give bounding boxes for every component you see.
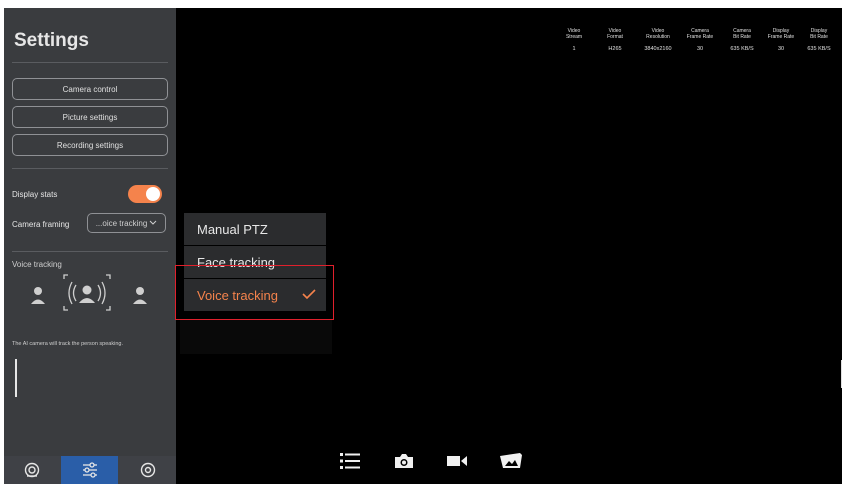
- camera-icon: [395, 454, 413, 468]
- list-icon: [340, 453, 360, 469]
- display-stats-toggle[interactable]: [128, 185, 162, 203]
- recording-settings-button[interactable]: Recording settings: [12, 134, 168, 156]
- stat-display-bit-rate: Display Bit Rate 635 KB/S: [807, 28, 831, 52]
- voice-tracking-heading: Voice tracking: [12, 260, 62, 269]
- video-icon: [447, 456, 467, 466]
- voice-tracking-description: The AI camera will track the person spea…: [12, 341, 123, 347]
- tab-camera[interactable]: [4, 456, 59, 484]
- divider: [12, 62, 168, 63]
- menu-option-manual-ptz[interactable]: Manual PTZ: [184, 213, 326, 245]
- stat-camera-frame-rate: Camera Frame Rate 30: [686, 28, 714, 52]
- camera-framing-label: Camera framing: [12, 220, 70, 229]
- camera-control-button[interactable]: Camera control: [12, 78, 168, 100]
- stat-display-frame-rate: Display Frame Rate 30: [767, 28, 795, 52]
- highlight-box: [175, 265, 334, 320]
- voice-tracking-icon: [31, 274, 147, 311]
- gallery-icon: [500, 453, 522, 468]
- camera-lens-icon: [24, 462, 39, 478]
- stat-video-resolution: Video Resolution 3840x2160: [644, 28, 672, 52]
- tab-settings[interactable]: [61, 456, 118, 484]
- bottom-tab-bar: [4, 456, 176, 484]
- settings-title: Settings: [14, 30, 89, 51]
- option-label: Manual PTZ: [197, 221, 268, 237]
- edge-handle[interactable]: [841, 360, 842, 388]
- settings-sidebar: Settings Camera control Picture settings…: [4, 8, 176, 484]
- list-button[interactable]: [339, 450, 361, 472]
- toggle-knob: [146, 187, 160, 201]
- target-icon: [140, 462, 155, 478]
- divider: [12, 168, 168, 169]
- display-stats-label: Display stats: [12, 190, 58, 199]
- scrollbar[interactable]: [15, 359, 17, 397]
- stat-video-stream: Video Stream 1: [565, 28, 583, 52]
- sliders-icon: [82, 462, 97, 478]
- picture-settings-button[interactable]: Picture settings: [12, 106, 168, 128]
- chevron-down-icon: [149, 220, 157, 225]
- camera-framing-select[interactable]: ...oice tracking: [87, 213, 166, 233]
- tab-tracking[interactable]: [119, 456, 176, 484]
- photo-button[interactable]: [393, 450, 415, 472]
- stat-video-format: Video Format H265: [607, 28, 623, 52]
- record-button[interactable]: [446, 450, 468, 472]
- gallery-button[interactable]: [500, 450, 522, 472]
- divider: [12, 251, 168, 252]
- menu-shadow: [180, 320, 332, 354]
- camera-framing-value: ...oice tracking: [95, 218, 148, 228]
- stat-camera-bit-rate: Camera Bit Rate 635 KB/S: [730, 28, 754, 52]
- app-window: Settings Camera control Picture settings…: [4, 8, 842, 484]
